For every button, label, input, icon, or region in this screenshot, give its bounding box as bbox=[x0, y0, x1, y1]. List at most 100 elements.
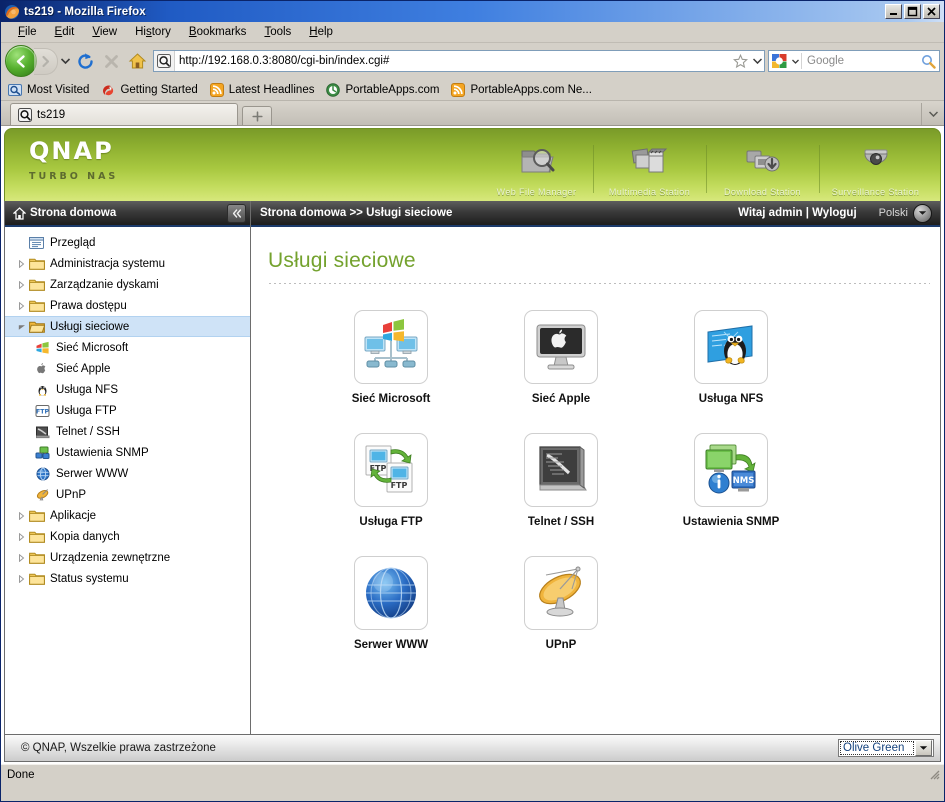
bookmark-star-icon[interactable] bbox=[730, 53, 750, 69]
search-go-icon[interactable] bbox=[917, 54, 939, 69]
nav-surveillance-station[interactable]: Surveillance Station bbox=[819, 137, 932, 201]
terminal-screen-icon[interactable] bbox=[524, 433, 598, 507]
nav-web-file-manager[interactable]: Web File Manager bbox=[480, 137, 593, 201]
tab-ts219[interactable]: ts219 bbox=[10, 103, 238, 125]
sidebar-item-status-systemu[interactable]: Status systemu bbox=[5, 568, 250, 589]
qnap-logo[interactable]: QNAP TURBO NAS bbox=[5, 129, 239, 201]
expand-arrow-icon[interactable] bbox=[15, 574, 28, 583]
sidebar-item-usluga-nfs[interactable]: Usługa NFS bbox=[5, 379, 250, 400]
bookmark-most-visited[interactable]: Most Visited bbox=[7, 82, 89, 98]
sidebar-item-telnet-ssh[interactable]: Telnet / SSH bbox=[5, 421, 250, 442]
sidebar-item-urzadzenia-zewnetrzne[interactable]: Urządzenia zewnętrzne bbox=[5, 547, 250, 568]
tile-ustawienia-snmp[interactable]: NMS Ustawienia SNMP bbox=[646, 433, 816, 528]
home-button[interactable] bbox=[124, 48, 150, 74]
google-icon[interactable] bbox=[769, 52, 790, 70]
search-input[interactable]: Google bbox=[802, 55, 917, 67]
sidebar-item-siec-microsoft[interactable]: Sieć Microsoft bbox=[5, 337, 250, 358]
url-bar[interactable]: http://192.168.0.3:8080/cgi-bin/index.cg… bbox=[153, 50, 765, 72]
tile-usluga-ftp[interactable]: FTP FTP Usługa FTP bbox=[306, 433, 476, 528]
url-text[interactable]: http://192.168.0.3:8080/cgi-bin/index.cg… bbox=[175, 55, 730, 67]
menu-tools[interactable]: Tools bbox=[255, 24, 300, 40]
reload-button[interactable] bbox=[72, 48, 98, 74]
close-button[interactable] bbox=[923, 4, 940, 19]
camera-icon bbox=[856, 137, 896, 187]
back-history-dropdown-icon[interactable] bbox=[58, 58, 72, 64]
most-visited-icon bbox=[7, 82, 23, 98]
theme-select-value[interactable]: Olive Green bbox=[839, 740, 915, 756]
bookmark-latest-headlines[interactable]: Latest Headlines bbox=[209, 82, 314, 98]
sidebar-header: Strona domowa bbox=[5, 201, 250, 227]
linux-icon bbox=[34, 382, 51, 398]
resize-grip[interactable] bbox=[928, 768, 942, 782]
sidebar-item-upnp[interactable]: UPnP bbox=[5, 484, 250, 505]
tile-serwer-www[interactable]: Serwer WWW bbox=[306, 556, 476, 651]
qnap-brand: QNAP bbox=[29, 137, 114, 165]
menu-history[interactable]: History bbox=[126, 24, 180, 40]
expand-arrow-icon[interactable] bbox=[15, 301, 28, 310]
menu-edit[interactable]: Edit bbox=[46, 24, 84, 40]
sidebar-item-label: Ustawienia SNMP bbox=[56, 446, 149, 459]
user-session-info[interactable]: Witaj admin | Wyloguj bbox=[738, 207, 857, 219]
language-dropdown-button[interactable] bbox=[913, 203, 932, 223]
sidebar-collapse-button[interactable] bbox=[227, 203, 246, 223]
sidebar-item-administracja-systemu[interactable]: Administracja systemu bbox=[5, 253, 250, 274]
satellite-dish-icon[interactable] bbox=[524, 556, 598, 630]
blue-globe-icon[interactable] bbox=[354, 556, 428, 630]
page-title: Usługi sieciowe bbox=[268, 249, 416, 272]
tile-telnet-ssh[interactable]: Telnet / SSH bbox=[476, 433, 646, 528]
sidebar-item-usluga-ftp[interactable]: FTP Usługa FTP bbox=[5, 400, 250, 421]
list-all-tabs-button[interactable] bbox=[921, 103, 944, 125]
bookmark-portableapps[interactable]: PortableApps.com bbox=[325, 82, 439, 98]
expand-arrow-icon[interactable] bbox=[15, 280, 28, 289]
chevron-down-icon[interactable] bbox=[915, 740, 932, 756]
tile-siec-microsoft[interactable]: Sieć Microsoft bbox=[306, 310, 476, 405]
site-identity-icon[interactable] bbox=[154, 51, 175, 71]
menu-help[interactable]: Help bbox=[300, 24, 342, 40]
sidebar-item-prawa-dostepu[interactable]: Prawa dostępu bbox=[5, 295, 250, 316]
sidebar-item-ustawienia-snmp[interactable]: Ustawienia SNMP bbox=[5, 442, 250, 463]
collapse-arrow-icon[interactable] bbox=[15, 323, 28, 331]
tile-siec-apple[interactable]: Sieć Apple bbox=[476, 310, 646, 405]
url-dropdown-icon[interactable] bbox=[750, 58, 764, 64]
menu-view[interactable]: View bbox=[83, 24, 126, 40]
expand-arrow-icon[interactable] bbox=[15, 259, 28, 268]
windows-network-icon[interactable] bbox=[354, 310, 428, 384]
bookmarks-toolbar: Most Visited Getting Started Latest Head… bbox=[1, 79, 944, 101]
title-bar: ts219 - Mozilla Firefox bbox=[1, 1, 944, 22]
new-tab-button[interactable] bbox=[242, 106, 272, 125]
sidebar-item-siec-apple[interactable]: Sieć Apple bbox=[5, 358, 250, 379]
bookmark-getting-started[interactable]: Getting Started bbox=[100, 82, 198, 98]
maximize-button[interactable] bbox=[904, 4, 921, 19]
qnap-tagline: TURBO NAS bbox=[29, 171, 119, 182]
tile-upnp[interactable]: UPnP bbox=[476, 556, 646, 651]
terminal-icon bbox=[34, 424, 51, 440]
sidebar-item-uslugi-sieciowe[interactable]: Usługi sieciowe bbox=[5, 316, 250, 337]
apple-display-icon[interactable] bbox=[524, 310, 598, 384]
expand-arrow-icon[interactable] bbox=[15, 511, 28, 520]
linux-tux-icon[interactable] bbox=[694, 310, 768, 384]
menu-bookmarks[interactable]: Bookmarks bbox=[180, 24, 256, 40]
tile-usluga-nfs[interactable]: Usługa NFS bbox=[646, 310, 816, 405]
snmp-nms-icon[interactable]: NMS bbox=[694, 433, 768, 507]
forward-button[interactable] bbox=[34, 47, 58, 75]
nav-download-station[interactable]: Download Station bbox=[706, 137, 819, 201]
sidebar-item-zarzadzanie-dyskami[interactable]: Zarządzanie dyskami bbox=[5, 274, 250, 295]
minimize-button[interactable] bbox=[885, 4, 902, 19]
sidebar-item-aplikacje[interactable]: Aplikacje bbox=[5, 505, 250, 526]
tile-row: Sieć Microsoft Sieć Apple Usługa NFS bbox=[306, 310, 940, 405]
menu-file[interactable]: File bbox=[9, 24, 46, 40]
ftp-transfer-icon[interactable]: FTP FTP bbox=[354, 433, 428, 507]
back-button[interactable] bbox=[5, 45, 37, 77]
download-icon bbox=[743, 137, 783, 187]
sidebar-item-przeglad[interactable]: Przegląd bbox=[5, 232, 250, 253]
sidebar-item-label: Kopia danych bbox=[50, 530, 120, 543]
nav-multimedia-station[interactable]: Multimedia Station bbox=[593, 137, 706, 201]
sidebar-item-serwer-www[interactable]: Serwer WWW bbox=[5, 463, 250, 484]
expand-arrow-icon[interactable] bbox=[15, 532, 28, 541]
search-engine-dropdown-icon[interactable] bbox=[790, 53, 802, 69]
theme-select[interactable]: Olive Green bbox=[838, 739, 934, 757]
search-bar[interactable]: Google bbox=[768, 50, 940, 72]
expand-arrow-icon[interactable] bbox=[15, 553, 28, 562]
bookmark-portableapps-news[interactable]: PortableApps.com Ne... bbox=[450, 82, 592, 98]
sidebar-item-kopia-danych[interactable]: Kopia danych bbox=[5, 526, 250, 547]
